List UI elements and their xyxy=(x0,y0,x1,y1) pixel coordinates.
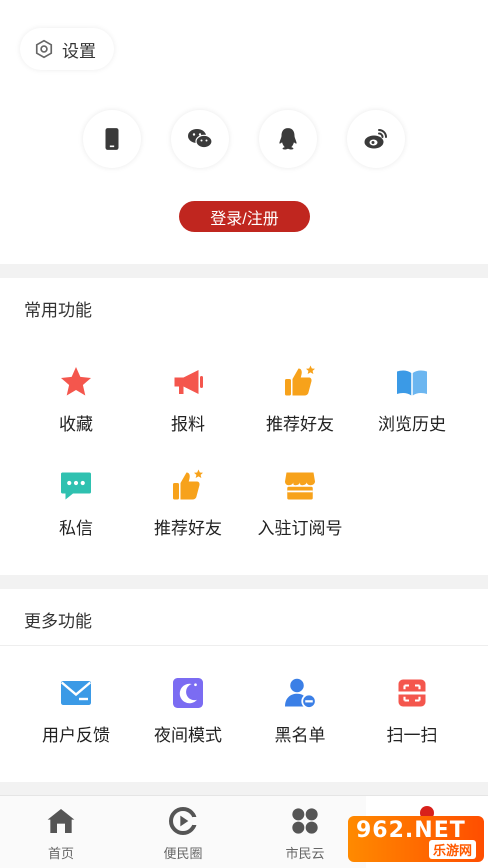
common-functions-section: 常用功能 收藏 报料 推荐好友 浏览历史 私信 推荐好友 入驻订阅号 xyxy=(0,278,488,575)
favorites-item[interactable]: 收藏 xyxy=(20,364,132,435)
gear-icon xyxy=(35,39,53,59)
circle-play-icon xyxy=(169,807,198,835)
browse-history-item[interactable]: 浏览历史 xyxy=(356,364,468,435)
section-title: 常用功能 xyxy=(24,301,92,321)
weibo-icon xyxy=(364,129,387,149)
more-functions-section: 更多功能 用户反馈 夜间模式 黑名单 扫一扫 xyxy=(0,589,488,782)
qq-icon xyxy=(279,128,297,150)
tab-home[interactable]: 首页 xyxy=(0,796,122,868)
phone-login-button[interactable] xyxy=(83,110,141,168)
megaphone-icon xyxy=(174,370,203,394)
report-news-item[interactable]: 报料 xyxy=(132,364,244,435)
settings-label: 设置 xyxy=(62,41,96,62)
private-message-item[interactable]: 私信 xyxy=(20,468,132,539)
shop-icon xyxy=(285,472,315,500)
tab-convenience-circle[interactable]: 便民圈 xyxy=(122,796,244,868)
block-user-icon xyxy=(285,678,317,709)
thumbs-up-icon xyxy=(173,469,203,500)
home-icon xyxy=(47,809,75,833)
feedback-mail-icon xyxy=(60,681,92,705)
wechat-icon xyxy=(188,129,213,149)
recommend-friend-item-2[interactable]: 推荐好友 xyxy=(132,468,244,539)
grid-icon xyxy=(292,808,318,834)
wechat-login-button[interactable] xyxy=(171,110,229,168)
scan-icon xyxy=(395,679,429,707)
message-icon xyxy=(61,472,91,500)
user-feedback-item[interactable]: 用户反馈 xyxy=(20,675,132,746)
blacklist-item[interactable]: 黑名单 xyxy=(244,675,356,746)
scan-item[interactable]: 扫一扫 xyxy=(356,675,468,746)
profile-header: 设置 登录/注册 xyxy=(0,0,488,264)
divider xyxy=(0,645,488,646)
night-mode-item[interactable]: 夜间模式 xyxy=(132,675,244,746)
weibo-login-button[interactable] xyxy=(347,110,405,168)
thumbs-up-icon xyxy=(285,365,315,396)
book-icon xyxy=(397,370,427,396)
site-watermark-logo: 962.NET 乐游网 xyxy=(348,816,484,862)
qq-login-button[interactable] xyxy=(259,110,317,168)
login-register-button[interactable]: 登录/注册 xyxy=(179,201,310,232)
settings-button[interactable]: 设置 xyxy=(20,28,114,70)
moon-icon xyxy=(173,678,203,708)
phone-icon xyxy=(105,128,119,150)
social-login-row xyxy=(0,110,488,168)
section-title: 更多功能 xyxy=(24,612,92,632)
join-subscription-item[interactable]: 入驻订阅号 xyxy=(244,468,356,539)
star-icon xyxy=(61,367,91,396)
recommend-friend-item[interactable]: 推荐好友 xyxy=(244,364,356,435)
